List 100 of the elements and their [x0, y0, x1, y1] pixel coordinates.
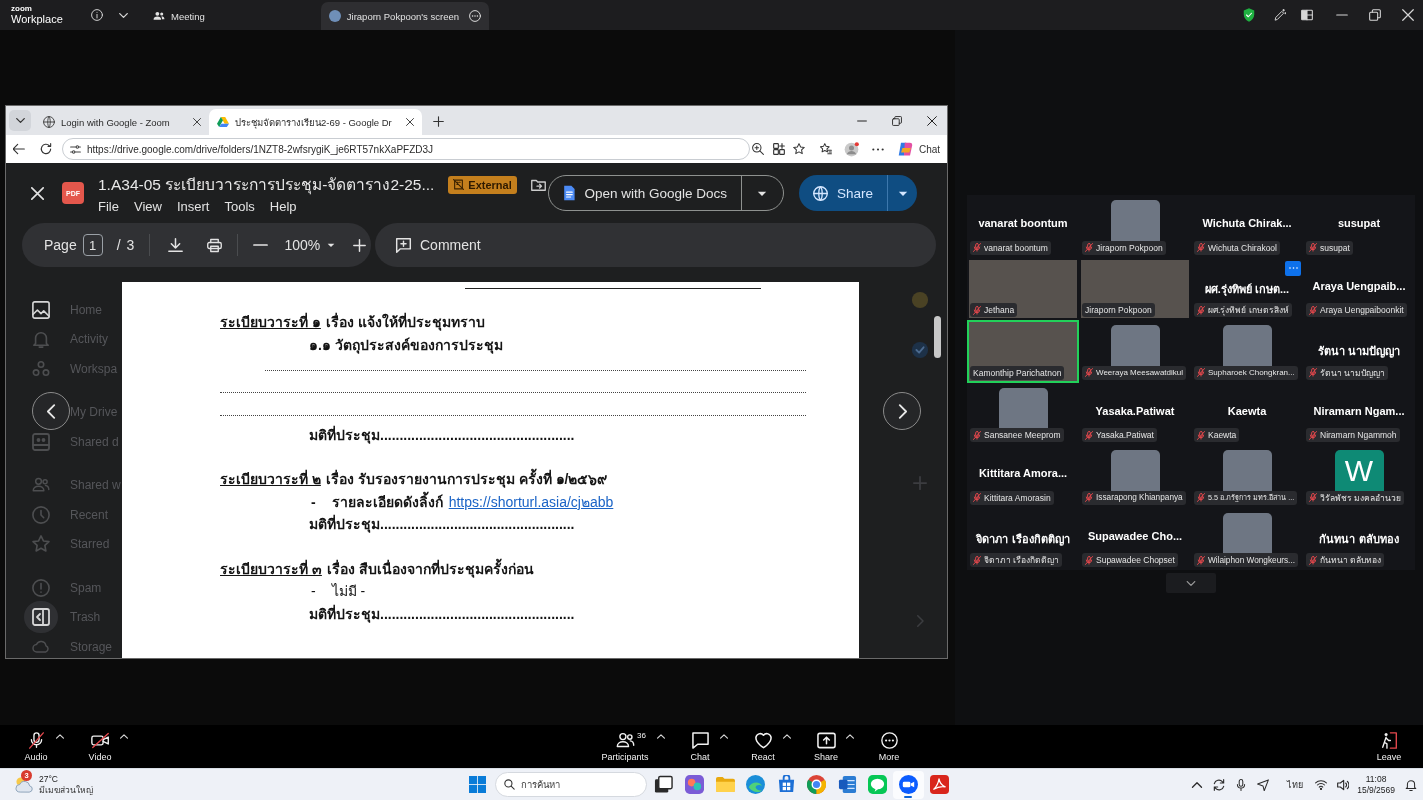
more-button[interactable]: More — [871, 731, 907, 762]
more-icon[interactable] — [872, 147, 884, 151]
more-options-icon[interactable] — [468, 10, 481, 22]
cloud-sun-icon[interactable] — [13, 776, 35, 793]
minus-icon[interactable] — [253, 244, 269, 246]
participant-label: รัตนา นามปัญญา — [1320, 366, 1386, 380]
video-button[interactable]: Video — [82, 731, 118, 762]
chevron-up-icon[interactable] — [1191, 781, 1204, 788]
restore-icon[interactable] — [1369, 9, 1381, 21]
scrollbar-thumb[interactable] — [934, 316, 941, 358]
download-icon[interactable] — [168, 237, 184, 253]
audio-button[interactable]: Audio — [18, 731, 54, 762]
sync-icon[interactable] — [1213, 778, 1226, 791]
image-icon[interactable] — [32, 300, 50, 319]
caret-icon[interactable] — [846, 734, 854, 739]
menu-item[interactable]: File — [98, 199, 119, 214]
panel-layout-icon[interactable] — [1301, 9, 1313, 21]
comment-plus-icon — [395, 236, 412, 254]
page-number-field[interactable]: 1 — [82, 234, 103, 256]
zoom-level-dropdown[interactable]: 100% — [284, 237, 336, 253]
star-icon[interactable] — [793, 143, 805, 155]
sidebar-item: Storage — [70, 639, 113, 654]
screen-share-tab[interactable]: Jiraporn Pokpoon's screen — [320, 2, 489, 30]
caret-icon[interactable] — [56, 734, 64, 739]
microphone-icon[interactable] — [1235, 778, 1248, 791]
close-icon[interactable] — [927, 115, 937, 126]
browser-tab[interactable]: ประชุมจัดตารางเรียน2-69 - Google Dr — [209, 109, 422, 135]
participant-name: susupat — [1337, 217, 1381, 229]
apps-icon[interactable] — [773, 143, 785, 155]
comment-button[interactable]: Comment — [395, 236, 481, 254]
participant-name: Kaewta — [1227, 404, 1267, 417]
caret-icon[interactable] — [657, 734, 665, 739]
menu-item[interactable]: View — [133, 199, 162, 214]
chevron-down-icon[interactable] — [119, 12, 128, 18]
reload-icon[interactable] — [40, 143, 52, 155]
leave-button[interactable]: Leave — [1371, 731, 1407, 762]
assistant-chat-button[interactable]: Chat — [898, 141, 941, 157]
caret-icon[interactable] — [720, 734, 728, 739]
speaker-icon[interactable] — [1337, 778, 1350, 791]
chat-button[interactable]: Chat — [682, 731, 718, 762]
browser-tab[interactable]: Login with Google - Zoom — [35, 109, 209, 135]
agenda-title: เรื่อง สืบเนื่องจากที่ประชุมครั้งก่อน — [326, 557, 534, 580]
folder-arrow-icon[interactable] — [530, 178, 546, 191]
share-button[interactable]: Share — [808, 731, 844, 762]
microphone-off-icon — [973, 305, 981, 315]
favorites-icon[interactable] — [820, 143, 832, 155]
participant-name: Niramarn Ngam... — [1313, 404, 1405, 417]
caret-icon[interactable] — [783, 734, 791, 739]
check-circle-icon — [911, 341, 929, 359]
close-icon[interactable] — [193, 118, 201, 126]
menu-item[interactable]: Help — [269, 199, 297, 214]
next-button[interactable] — [883, 392, 921, 430]
close-icon[interactable] — [405, 118, 414, 126]
drive-box-icon — [32, 432, 50, 451]
zoom-in-icon[interactable] — [752, 143, 764, 155]
previous-button[interactable] — [32, 392, 70, 430]
disc-icon — [911, 291, 929, 309]
microphone-off-icon — [1309, 430, 1317, 440]
microphone-off-icon — [1197, 243, 1205, 252]
location-arrow-icon[interactable] — [1257, 778, 1270, 791]
document-tile-icon — [837, 775, 857, 794]
plus-icon[interactable] — [353, 238, 367, 252]
search-icon — [503, 779, 515, 790]
shield-check-icon[interactable] — [1243, 8, 1255, 22]
wifi-icon[interactable] — [1315, 778, 1328, 791]
address-field[interactable]: https://drive.google.com/drive/folders/1NZT8-2wfsrygiK_je6RT57nkXaPFZD3J — [62, 138, 750, 160]
participant-label: จิดาภา เรืองกิตติญา — [984, 554, 1060, 567]
share-button[interactable]: Share — [798, 175, 887, 211]
meeting-tab[interactable]: Meeting — [145, 2, 213, 30]
input-language[interactable]: ไทย — [1287, 777, 1304, 792]
react-button[interactable]: React — [745, 731, 781, 762]
microphone-off-icon — [1085, 430, 1093, 440]
new-tab-icon[interactable] — [432, 116, 444, 127]
four-squares-icon[interactable] — [468, 776, 486, 793]
caret-icon[interactable] — [120, 734, 128, 739]
badge-label: External — [468, 178, 512, 191]
menu-item[interactable]: Insert — [176, 199, 210, 214]
profile-icon[interactable] — [844, 141, 859, 157]
back-arrow-icon[interactable] — [13, 143, 25, 155]
side-panel-button[interactable] — [24, 601, 58, 634]
participant-label: Jethana — [984, 305, 1015, 315]
options-button[interactable] — [1285, 260, 1301, 276]
notification-icon[interactable] — [1405, 778, 1417, 791]
subheading: ๑.๑ วัตถุประสงค์ของการประชุม — [309, 335, 503, 356]
open-with-button[interactable]: Open with Google Docs — [549, 176, 741, 210]
search-field[interactable]: การค้นหา — [494, 772, 647, 797]
info-icon[interactable] — [91, 9, 103, 21]
minimize-icon[interactable] — [857, 119, 867, 122]
tab-list-button[interactable] — [9, 110, 31, 131]
menu-item[interactable]: Tools — [224, 199, 255, 214]
site-info-icon[interactable] — [70, 144, 81, 154]
restore-icon[interactable] — [892, 115, 902, 126]
microphone-off-icon — [973, 493, 981, 502]
link[interactable]: https://shorturl.asia/cj๒abb — [448, 490, 614, 513]
participant-label: Kittitara Amorasin — [984, 492, 1051, 503]
participants-button[interactable]: 36 Participants — [595, 731, 655, 762]
document-title: 1.A34-05 ระเบียบวาระการประชุม-จัดตาราง2-25... — [98, 175, 435, 197]
printer-icon[interactable] — [207, 237, 223, 253]
document-icon — [563, 185, 576, 201]
pen-sparkle-icon[interactable] — [1274, 9, 1286, 21]
